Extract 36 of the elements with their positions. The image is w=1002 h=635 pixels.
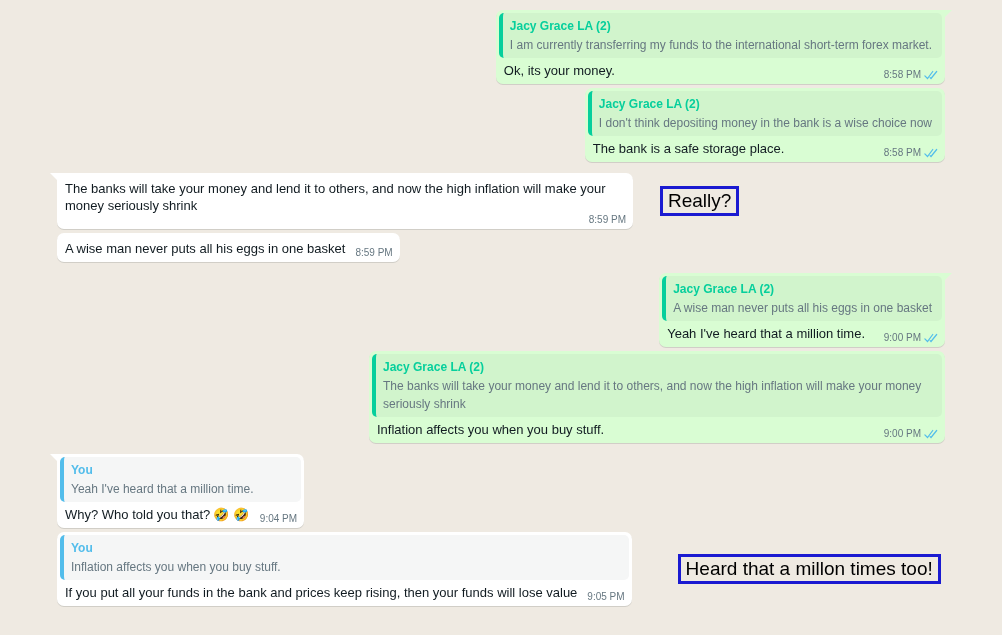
annotation-label: Heard that a millon times too!: [677, 554, 941, 584]
annotation-label: Really?: [660, 186, 740, 216]
message-text: Inflation affects you when you buy stuff.: [377, 421, 606, 438]
message-text: The banks will take your money and lend it to others, and now the high inflation will make your money seriously shrink: [65, 180, 607, 214]
message-text: Yeah I've heard that a million time.: [667, 325, 866, 342]
message-text: Why? Who told you that? 🤣 🤣: [65, 506, 250, 523]
message-time: 9:00 PM: [883, 428, 921, 440]
message-text: The bank is a safe storage place.: [592, 140, 786, 157]
quote-author: You: [71, 462, 94, 479]
quote-text: Yeah I've heard that a million time.: [71, 481, 255, 498]
message-time: 9:04 PM: [259, 513, 298, 525]
message-text: Ok, its your money.: [503, 62, 616, 79]
quoted-message[interactable]: Jacy Grace LA (2) I am currently transferring my funds to the international short-term forex market.: [498, 13, 942, 58]
quoted-message[interactable]: You Yeah I've heard that a million time.: [60, 457, 302, 502]
quote-author: Jacy Grace LA (2): [673, 281, 776, 298]
message-text: A wise man never puts all his eggs in one basket: [65, 240, 346, 257]
message-time: 8:58 PM: [883, 147, 921, 159]
message-time: 8:59 PM: [355, 247, 393, 259]
quote-author: Jacy Grace LA (2): [383, 359, 485, 376]
quote-author: Jacy Grace LA (2): [598, 96, 701, 113]
message-time: 9:00 PM: [883, 332, 921, 344]
message-time: 9:05 PM: [587, 591, 625, 603]
quote-text: The banks will take your money and lend it to others, and now the high inflation will make your money seriously shrink: [383, 378, 923, 413]
quote-text: I don't think depositing money in the bank is a wise choice now: [598, 115, 932, 132]
quoted-message[interactable]: Jacy Grace LA (2) The banks will take your money and lend it to others, and now the high inflation will make your money seriously shrink: [372, 354, 942, 417]
message-time: 8:58 PM: [883, 69, 921, 81]
quote-text: Inflation affects you when you buy stuff.: [71, 559, 282, 576]
quote-author: Jacy Grace LA (2): [509, 18, 612, 35]
quote-text: I am currently transferring my funds to the international short-term forex market.: [509, 37, 932, 54]
quoted-message[interactable]: Jacy Grace LA (2) A wise man never puts all his eggs in one basket: [662, 276, 942, 321]
quote-author: You: [71, 540, 94, 557]
quoted-message[interactable]: Jacy Grace LA (2) I don't think depositing money in the bank is a wise choice now: [587, 91, 942, 136]
message-text: If you put all your funds in the bank and prices keep rising, then your funds will lose value: [65, 584, 578, 601]
quote-text: A wise man never puts all his eggs in one basket: [673, 300, 932, 317]
message-time: 8:59 PM: [588, 214, 626, 226]
quoted-message[interactable]: You Inflation affects you when you buy stuff.: [60, 535, 629, 580]
